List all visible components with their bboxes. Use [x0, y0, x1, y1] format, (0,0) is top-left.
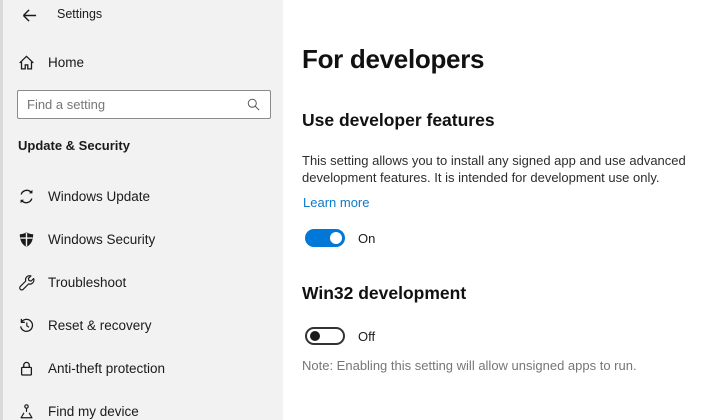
settings-window: Settings Home Update & Security [0, 0, 724, 420]
sidebar-item-label: Anti-theft protection [48, 361, 165, 376]
toggle-knob [310, 331, 320, 341]
lock-icon [18, 360, 35, 377]
sidebar-item-label: Troubleshoot [48, 275, 126, 290]
search-box [17, 90, 271, 119]
developer-features-description: This setting allows you to install any s… [302, 152, 694, 186]
toggle-knob [330, 232, 342, 244]
win32-toggle-row: Off [305, 327, 375, 345]
developer-features-toggle[interactable] [305, 229, 345, 247]
search-icon [246, 97, 261, 112]
sidebar-item-label: Reset & recovery [48, 318, 152, 333]
page-title: For developers [302, 44, 484, 75]
toggle-state-label: On [358, 231, 375, 246]
refresh-icon [18, 188, 35, 205]
sidebar-item-label: Windows Update [48, 189, 150, 204]
sidebar-item-windows-update[interactable]: Windows Update [3, 183, 283, 210]
shield-icon [18, 231, 35, 248]
app-title: Settings [57, 7, 102, 21]
win32-toggle[interactable] [305, 327, 345, 345]
search-input[interactable] [18, 91, 246, 118]
sidebar-item-label: Windows Security [48, 232, 155, 247]
main-content: For developers Use developer features Th… [302, 0, 724, 420]
wrench-icon [18, 274, 35, 291]
sidebar-item-troubleshoot[interactable]: Troubleshoot [3, 269, 283, 296]
win32-note: Note: Enabling this setting will allow u… [302, 358, 702, 373]
home-icon [18, 54, 35, 71]
sidebar-item-find-my-device[interactable]: Find my device [3, 398, 283, 420]
sidebar-item-anti-theft[interactable]: Anti-theft protection [3, 355, 283, 382]
sidebar-item-reset-recovery[interactable]: Reset & recovery [3, 312, 283, 339]
sidebar: Settings Home Update & Security [0, 0, 283, 420]
locate-icon [18, 403, 35, 420]
sidebar-item-home[interactable]: Home [3, 49, 283, 76]
sidebar-item-windows-security[interactable]: Windows Security [3, 226, 283, 253]
sidebar-item-label: Home [48, 55, 84, 70]
section-heading-win32-development: Win32 development [302, 283, 466, 304]
toggle-state-label: Off [358, 329, 375, 344]
back-button[interactable] [17, 4, 41, 26]
section-heading-use-developer-features: Use developer features [302, 110, 495, 131]
developer-features-toggle-row: On [305, 229, 375, 247]
back-arrow-icon [21, 7, 38, 24]
sidebar-nav: Windows Update Windows Security Troubles… [3, 183, 283, 420]
sidebar-group-header: Update & Security [18, 138, 130, 153]
history-icon [18, 317, 35, 334]
learn-more-link[interactable]: Learn more [303, 195, 369, 210]
sidebar-item-label: Find my device [48, 404, 139, 419]
